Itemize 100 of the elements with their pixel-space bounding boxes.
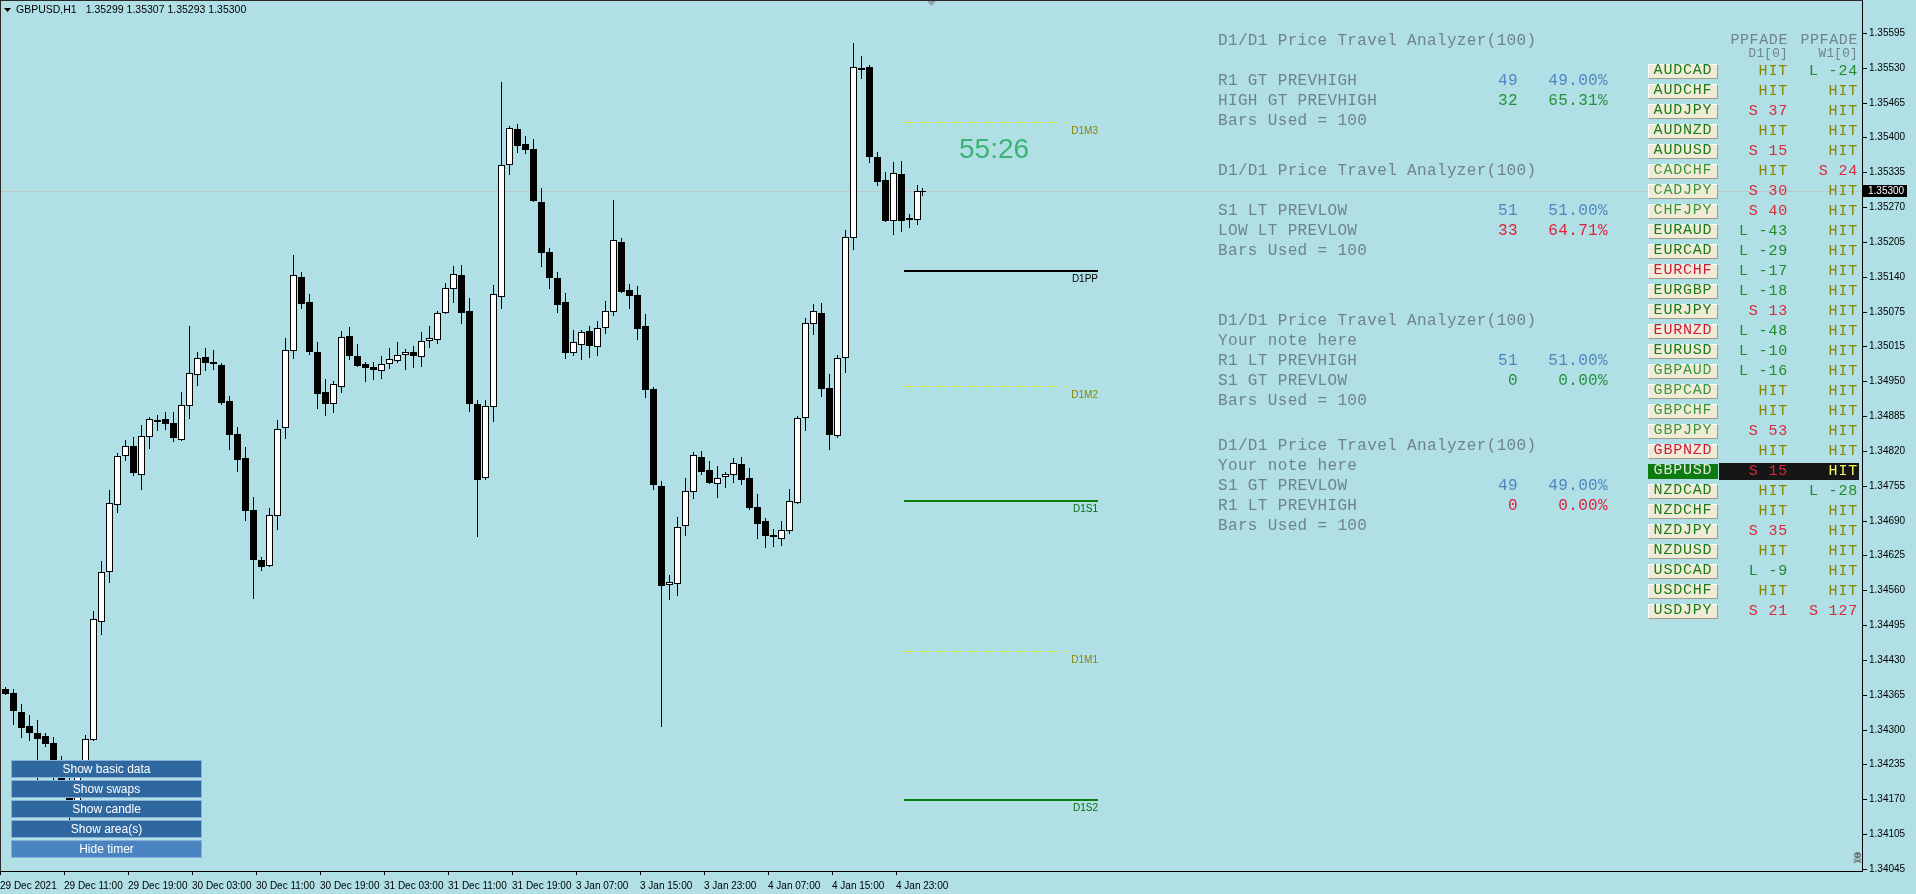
analyzer-title: D1/D1 Price Travel Analyzer(100): [1218, 32, 1537, 50]
stat-label: S1 LT PREVLOW: [1218, 201, 1348, 221]
currency-pair-button[interactable]: AUDCHF: [1648, 83, 1718, 99]
signal-cell-text: HIT: [1827, 222, 1859, 240]
level-label: D1M1: [1071, 654, 1098, 665]
currency-pair-button[interactable]: EURCHF: [1648, 263, 1718, 279]
analyzer-title: D1/D1 Price Travel Analyzer(100): [1218, 162, 1537, 180]
plus-marker-icon: [917, 187, 927, 197]
currency-pair-button[interactable]: USDCHF: [1648, 583, 1718, 599]
signal-cell-text: HIT: [1757, 582, 1789, 600]
signal-cell-text: S 15: [1747, 142, 1789, 160]
signal-cell-text: HIT: [1827, 122, 1859, 140]
currency-pair-button[interactable]: EURJPY: [1648, 303, 1718, 319]
time-axis-label: 30 Dec 11:00: [256, 880, 315, 892]
currency-pair-button[interactable]: AUDJPY: [1648, 103, 1718, 119]
currency-pair-button[interactable]: CADCHF: [1648, 163, 1718, 179]
time-axis-label: 31 Dec 11:00: [448, 880, 507, 892]
signal-cell-text: HIT: [1827, 422, 1859, 440]
column-subheader: D1[0]: [1748, 49, 1788, 60]
price-axis-label: 1.35595: [1863, 27, 1906, 39]
signal-cell-text: HIT: [1827, 562, 1859, 580]
currency-pair-button[interactable]: NZDUSD: [1648, 543, 1718, 559]
price-axis-label: 1.35270: [1863, 201, 1906, 214]
stat-percent: 0.00%: [1558, 371, 1608, 391]
currency-pair-button[interactable]: USDJPY: [1648, 603, 1718, 619]
stat-label: S1 GT PREVLOW: [1218, 476, 1348, 496]
time-axis-label: 4 Jan 07:00: [768, 880, 821, 892]
panel-toggle-button[interactable]: Show swaps: [11, 780, 202, 798]
price-axis-label: 1.34495: [1863, 619, 1906, 632]
stat-count: 0: [1508, 371, 1518, 391]
signal-cell-text: HIT: [1827, 442, 1859, 460]
price-axis-label: 1.35205: [1863, 235, 1906, 248]
currency-pair-button[interactable]: CADJPY: [1648, 183, 1718, 199]
price-axis-label: 1.34885: [1863, 410, 1906, 423]
caret-down-icon[interactable]: [4, 7, 11, 12]
time-axis-label: 29 Dec 19:00: [128, 880, 188, 892]
level-label: D1M2: [1071, 389, 1098, 400]
currency-pair-button[interactable]: USDCAD: [1648, 563, 1718, 579]
panel-toggle-button[interactable]: Hide timer: [11, 840, 202, 858]
currency-pair-button[interactable]: GBPNZD: [1648, 443, 1718, 459]
signal-cell-text: S 53: [1747, 422, 1789, 440]
currency-pair-button[interactable]: EURGBP: [1648, 283, 1718, 299]
signal-cell-text: HIT: [1827, 542, 1859, 560]
currency-pair-button[interactable]: AUDNZD: [1648, 123, 1718, 139]
signal-cell-text: HIT: [1827, 502, 1859, 520]
signal-cell-text: S 127: [1808, 602, 1859, 620]
ohlc-prices: 1.35299 1.35307 1.35293 1.35300: [85, 3, 247, 16]
currency-pair-button[interactable]: GBPCAD: [1648, 383, 1718, 399]
time-axis-label: 3 Jan 07:00: [576, 880, 629, 892]
signal-cell-text: HIT: [1827, 182, 1859, 200]
currency-pair-button[interactable]: EURAUD: [1648, 223, 1718, 239]
price-axis-label: 1.34430: [1863, 653, 1906, 666]
signal-cell-text: HIT: [1757, 482, 1789, 500]
signal-cell-text: HIT: [1827, 382, 1859, 400]
currency-pair-button[interactable]: GBPAUD: [1648, 363, 1718, 379]
analyzer-title: D1/D1 Price Travel Analyzer(100): [1218, 312, 1537, 330]
price-axis-label: 1.34235: [1863, 758, 1906, 771]
currency-pair-button[interactable]: NZDJPY: [1648, 523, 1718, 539]
signal-cell-text: S 24: [1817, 162, 1859, 180]
column-subheader: W1[0]: [1818, 49, 1858, 60]
currency-pair-button[interactable]: EURNZD: [1648, 323, 1718, 339]
signal-cell-text: HIT: [1757, 162, 1789, 180]
currency-pair-button[interactable]: GBPUSD: [1648, 463, 1718, 479]
signal-cell-text: HIT: [1827, 342, 1859, 360]
currency-pair-button[interactable]: AUDCAD: [1648, 63, 1718, 79]
price-axis-label: 1.34820: [1863, 444, 1906, 457]
currency-pair-button[interactable]: EURCAD: [1648, 243, 1718, 259]
stat-count: 49: [1498, 71, 1518, 91]
signal-cell-text: S 37: [1747, 102, 1789, 120]
triangle-marker-icon[interactable]: [927, 1, 936, 6]
currency-pair-button[interactable]: NZDCHF: [1648, 503, 1718, 519]
panel-toggle-button[interactable]: Show basic data: [11, 760, 202, 778]
countdown-timer: 55:26: [959, 133, 1030, 165]
signal-cell-text: HIT: [1827, 102, 1859, 120]
panel-toggle-button[interactable]: Show candle: [11, 800, 202, 818]
currency-pair-button[interactable]: GBPCHF: [1648, 403, 1718, 419]
signal-cell-text: HIT: [1827, 262, 1859, 280]
panel-toggle-button[interactable]: Show area(s): [11, 820, 202, 838]
skull-crossbones-icon: [1853, 852, 1862, 863]
signal-cell-text: HIT: [1757, 502, 1789, 520]
signal-cell-text: S 30: [1747, 182, 1789, 200]
stat-count: 51: [1498, 351, 1518, 371]
time-axis-label: 3 Jan 23:00: [704, 880, 757, 892]
chart-symbol: GBPUSD,H1: [16, 3, 77, 16]
stat-percent: 49.00%: [1548, 476, 1608, 496]
signal-cell-text: L -28: [1808, 482, 1859, 500]
time-axis-label: 30 Dec 03:00: [192, 880, 252, 892]
price-axis-label: 1.35140: [1863, 270, 1906, 283]
currency-pair-button[interactable]: CHFJPY: [1648, 203, 1718, 219]
currency-pair-button[interactable]: NZDCAD: [1648, 483, 1718, 499]
signal-cell-text: HIT: [1827, 282, 1859, 300]
signal-cell-text: HIT: [1757, 542, 1789, 560]
currency-pair-button[interactable]: EURUSD: [1648, 343, 1718, 359]
bars-used-text: Bars Used = 100: [1218, 242, 1368, 260]
currency-pair-button[interactable]: GBPJPY: [1648, 423, 1718, 439]
price-axis-label: 1.35335: [1863, 166, 1906, 179]
stat-count: 49: [1498, 476, 1518, 496]
stat-percent: 49.00%: [1548, 71, 1608, 91]
signal-cell-text: S 21: [1747, 602, 1789, 620]
currency-pair-button[interactable]: AUDUSD: [1648, 143, 1718, 159]
